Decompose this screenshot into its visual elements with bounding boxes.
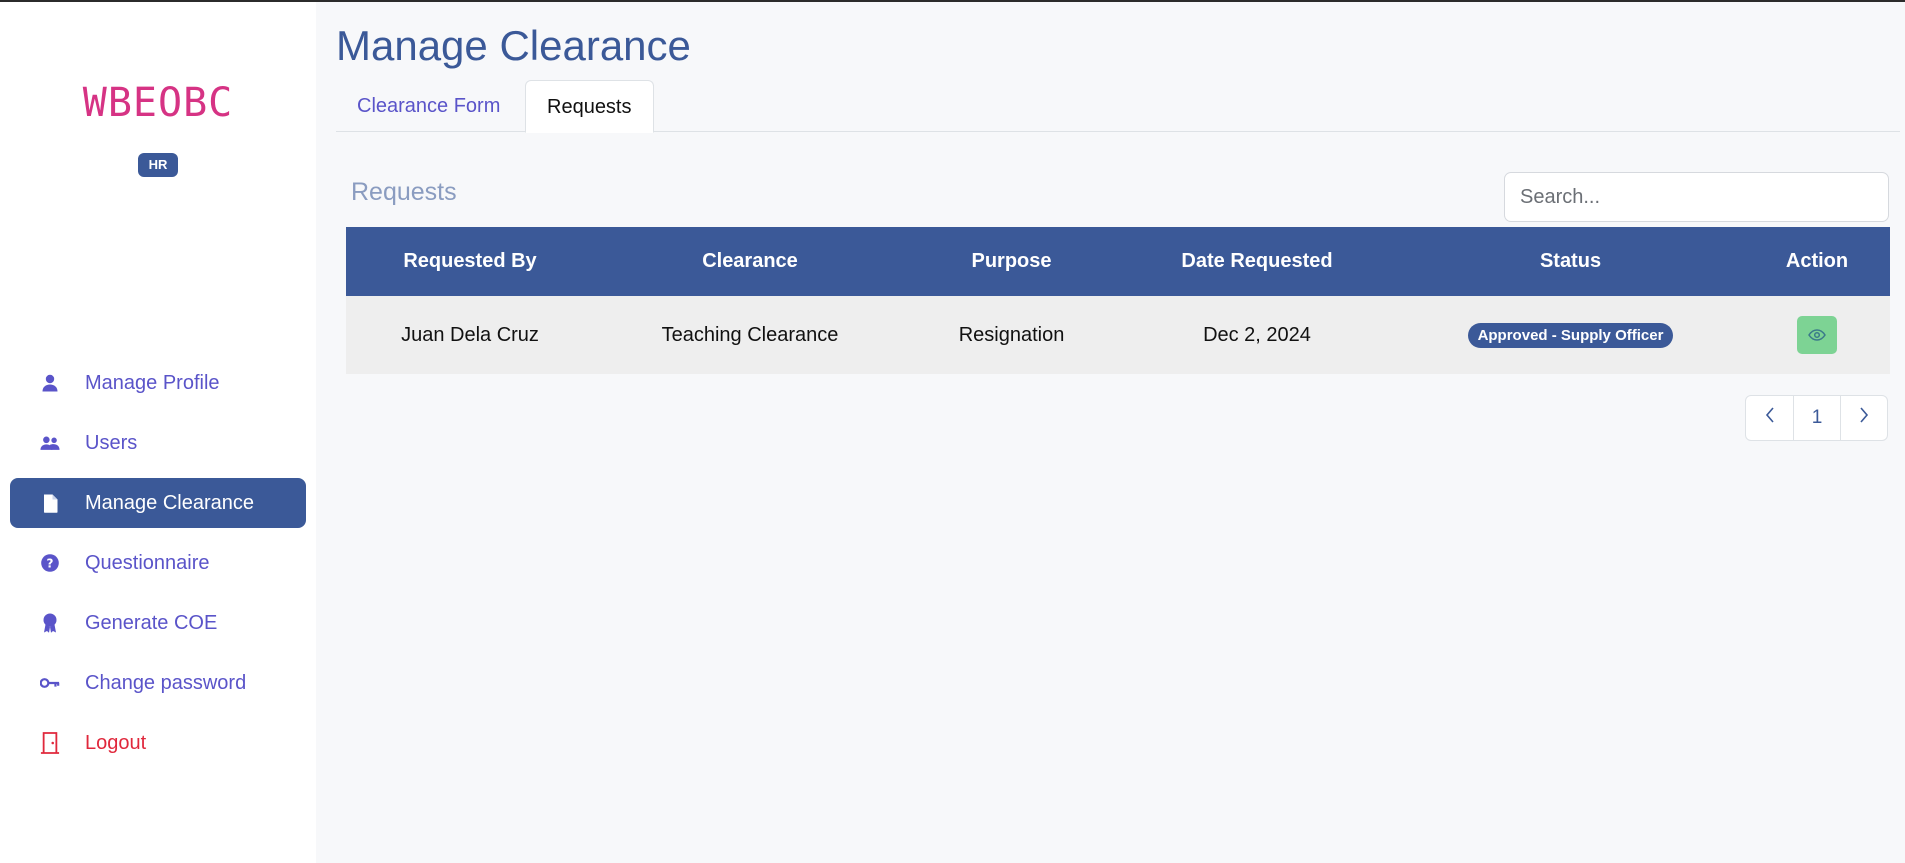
sidebar-item-label: Generate COE <box>85 611 218 634</box>
status-badge: Approved - Supply Officer <box>1467 322 1674 348</box>
tab-bar: Clearance Form Requests <box>336 80 1900 133</box>
next-page-button[interactable] <box>1840 396 1887 440</box>
column-header: Date Requested <box>1181 250 1333 272</box>
cell-requested-by: Juan Dela Cruz <box>401 323 539 346</box>
column-header: Action <box>1785 250 1849 272</box>
user-icon <box>40 373 60 393</box>
sidebar-item-label: Manage Profile <box>85 371 220 394</box>
door-exit-icon <box>40 732 60 754</box>
eye-icon <box>1808 324 1826 347</box>
question-circle-icon: ? <box>40 553 60 573</box>
tab-requests[interactable]: Requests <box>525 80 654 133</box>
logout-button[interactable]: Logout <box>10 718 306 768</box>
logout-label: Logout <box>85 731 147 754</box>
section-title: Requests <box>351 178 457 206</box>
view-button[interactable] <box>1797 316 1837 354</box>
sidebar-item-label: Change password <box>85 671 247 694</box>
column-header: Requested By <box>403 250 537 272</box>
chevron-right-icon <box>1859 407 1869 429</box>
cell-clearance: Teaching Clearance <box>661 323 839 346</box>
previous-page-button[interactable] <box>1746 396 1793 440</box>
sidebar: WBEOBC HR Manage Profile Users Manage Cl… <box>0 2 316 863</box>
cell-status: Approved - Supply Officer <box>1397 322 1744 348</box>
users-icon <box>40 433 60 453</box>
page-title: Manage Clearance <box>336 22 691 69</box>
sidebar-item-label: Questionnaire <box>85 551 210 574</box>
column-header: Purpose <box>971 250 1052 272</box>
sidebar-item-label: Manage Clearance <box>85 491 254 514</box>
table-header: Requested By Clearance Purpose Date Requ… <box>346 227 1890 296</box>
sidebar-item-change-password[interactable]: Change password <box>10 658 306 708</box>
column-header: Clearance <box>702 250 798 272</box>
cell-date-requested: Dec 2, 2024 <box>1203 323 1311 346</box>
requests-table: Requested By Clearance Purpose Date Requ… <box>346 227 1890 374</box>
cell-action <box>1744 316 1890 354</box>
column-header: Status <box>1539 250 1602 272</box>
sidebar-item-manage-profile[interactable]: Manage Profile <box>10 358 306 408</box>
chevron-left-icon <box>1765 407 1775 429</box>
sidebar-item-label: Users <box>85 431 138 454</box>
award-icon <box>40 613 60 633</box>
sidebar-nav: Manage Profile Users Manage Clearance ? … <box>10 358 306 778</box>
file-icon <box>40 493 60 513</box>
pagination: 1 <box>1745 395 1888 441</box>
page-number-button[interactable]: 1 <box>1793 396 1840 440</box>
cell-purpose: Resignation <box>958 323 1065 346</box>
tab-clearance-form[interactable]: Clearance Form <box>336 80 521 132</box>
sidebar-item-questionnaire[interactable]: ? Questionnaire <box>10 538 306 588</box>
search-input[interactable] <box>1504 172 1889 222</box>
sidebar-item-manage-clearance[interactable]: Manage Clearance <box>10 478 306 528</box>
sidebar-item-users[interactable]: Users <box>10 418 306 468</box>
svg-text:?: ? <box>47 556 54 570</box>
sidebar-item-generate-coe[interactable]: Generate COE <box>10 598 306 648</box>
role-badge: HR <box>138 153 178 177</box>
brand-logo: WBEOBC <box>82 80 234 126</box>
key-icon <box>40 673 60 693</box>
table-row: Juan Dela Cruz Teaching Clearance Resign… <box>346 296 1890 374</box>
